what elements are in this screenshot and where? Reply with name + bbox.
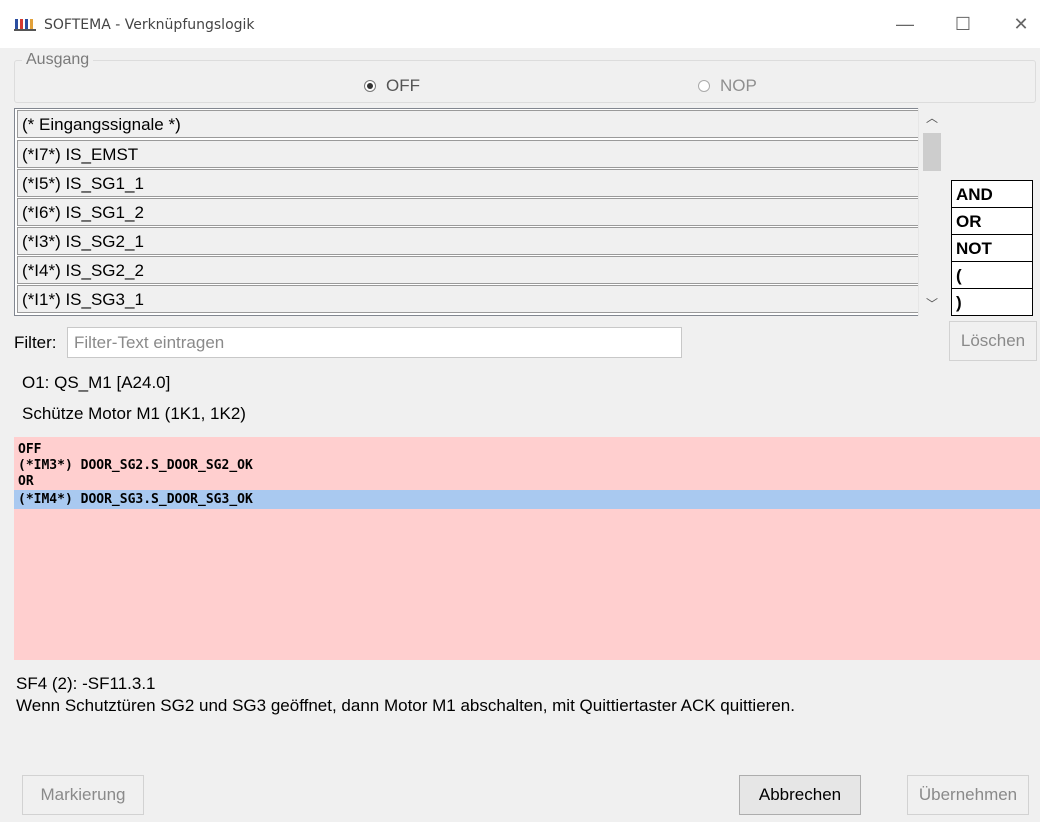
ausgang-group-label: Ausgang xyxy=(22,51,94,69)
output-description: Schütze Motor M1 (1K1, 1K2) xyxy=(22,404,246,423)
signal-list-item[interactable]: (*I6*) IS_SG1_2 xyxy=(17,198,919,226)
operator-close-paren[interactable]: ) xyxy=(952,289,1032,315)
operator-open-paren[interactable]: ( xyxy=(952,262,1032,289)
maximize-button[interactable]: ☐ xyxy=(940,0,986,48)
signal-list-item[interactable]: (*I5*) IS_SG1_1 xyxy=(17,169,919,197)
signal-list-item[interactable]: (*I1*) IS_SG3_1 xyxy=(17,285,919,313)
delete-button[interactable]: Löschen xyxy=(949,321,1037,361)
output-id: O1: QS_M1 [A24.0] xyxy=(22,373,171,392)
scroll-down-icon[interactable]: ﹀ xyxy=(919,294,945,314)
radio-nop-label: NOP xyxy=(720,76,757,95)
minimize-button[interactable]: — xyxy=(882,0,928,48)
logic-line[interactable]: (*IM3*) DOOR_SG2.S_DOOR_SG2_OK xyxy=(14,458,1040,474)
softema-logo-icon xyxy=(14,17,36,33)
signal-list-scrollbar[interactable]: ︿ ﹀ xyxy=(918,108,944,316)
operator-not[interactable]: NOT xyxy=(952,235,1032,262)
filter-label: Filter: xyxy=(14,333,57,352)
close-button[interactable]: ✕ xyxy=(998,0,1040,48)
input-signal-list[interactable]: (* Eingangssignale *) (*I7*) IS_EMST (*I… xyxy=(14,108,944,316)
ausgang-group xyxy=(14,60,1036,103)
filter-input[interactable] xyxy=(67,327,682,358)
radio-checked-icon xyxy=(364,80,376,92)
cancel-button[interactable]: Abbrechen xyxy=(739,775,861,815)
title-bar: SOFTEMA - Verknüpfungslogik — ☐ ✕ xyxy=(0,0,1040,48)
window-title: SOFTEMA - Verknüpfungslogik xyxy=(44,17,255,33)
safety-function-text: Wenn Schutztüren SG2 und SG3 geöffnet, d… xyxy=(16,696,795,715)
logic-line[interactable]: OR xyxy=(14,474,1040,490)
logic-line-selected[interactable]: (*IM4*) DOOR_SG3.S_DOOR_SG3_OK xyxy=(14,490,1040,509)
radio-unchecked-icon xyxy=(698,80,710,92)
radio-nop[interactable]: NOP xyxy=(698,76,757,96)
operator-list[interactable]: AND OR NOT ( ) xyxy=(951,180,1033,316)
operator-or[interactable]: OR xyxy=(952,208,1032,235)
operator-and[interactable]: AND xyxy=(952,181,1032,208)
scroll-up-icon[interactable]: ︿ xyxy=(919,108,945,128)
radio-off-label: OFF xyxy=(386,76,420,95)
signal-list-item[interactable]: (*I4*) IS_SG2_2 xyxy=(17,256,919,284)
logic-editor[interactable]: OFF (*IM3*) DOOR_SG2.S_DOOR_SG2_OK OR (*… xyxy=(14,437,1040,660)
signal-list-item[interactable]: (* Eingangssignale *) xyxy=(17,110,919,138)
mark-button[interactable]: Markierung xyxy=(22,775,144,815)
signal-list-item[interactable]: (*I7*) IS_EMST xyxy=(17,140,919,168)
apply-button[interactable]: Übernehmen xyxy=(907,775,1029,815)
safety-function-id: SF4 (2): -SF11.3.1 xyxy=(16,674,156,693)
scroll-thumb[interactable] xyxy=(923,133,941,171)
signal-list-item[interactable]: (*I3*) IS_SG2_1 xyxy=(17,227,919,255)
logic-line[interactable]: OFF xyxy=(14,442,1040,458)
radio-off[interactable]: OFF xyxy=(364,76,420,96)
